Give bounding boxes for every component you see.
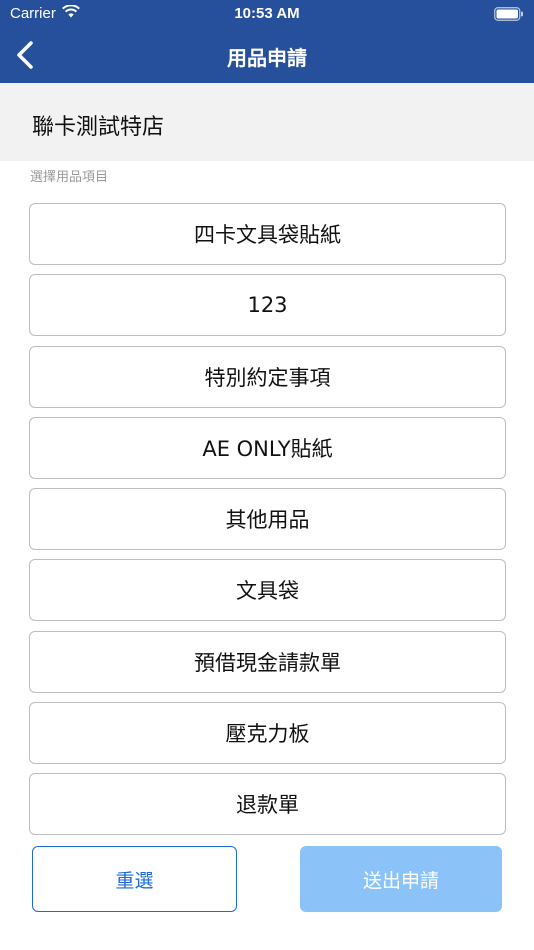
store-name: 聯卡測試特店 — [32, 115, 165, 140]
item-list: 四卡文具袋貼紙 123 特別約定事項 AE ONLY貼紙 其他用品 文具袋 預借… — [29, 203, 506, 845]
battery-icon — [494, 6, 524, 21]
item-button[interactable]: 預借現金請款單 — [29, 630, 506, 693]
item-button[interactable]: 123 — [29, 274, 506, 337]
item-button[interactable]: 退款單 — [29, 773, 506, 836]
item-button[interactable]: 其他用品 — [29, 488, 506, 551]
store-header: 聯卡測試特店 — [0, 83, 534, 161]
section-label: 選擇用品項目 — [30, 170, 109, 185]
reset-button[interactable]: 重選 — [32, 846, 237, 912]
page-title: 用品申請 — [227, 46, 307, 70]
submit-button[interactable]: 送出申請 — [300, 846, 502, 912]
status-bar: Carrier 10:53 AM — [0, 0, 534, 28]
item-button[interactable]: 特別約定事項 — [29, 345, 506, 408]
item-button[interactable]: 文具袋 — [29, 559, 506, 622]
item-button[interactable]: 四卡文具袋貼紙 — [29, 203, 506, 265]
nav-bar: 用品申請 — [0, 28, 534, 83]
item-button[interactable]: AE ONLY貼紙 — [29, 416, 506, 479]
status-time: 10:53 AM — [234, 5, 300, 22]
item-button[interactable]: 壓克力板 — [29, 702, 506, 765]
top-bar: Carrier 10:53 AM 用品申請 — [0, 0, 534, 83]
